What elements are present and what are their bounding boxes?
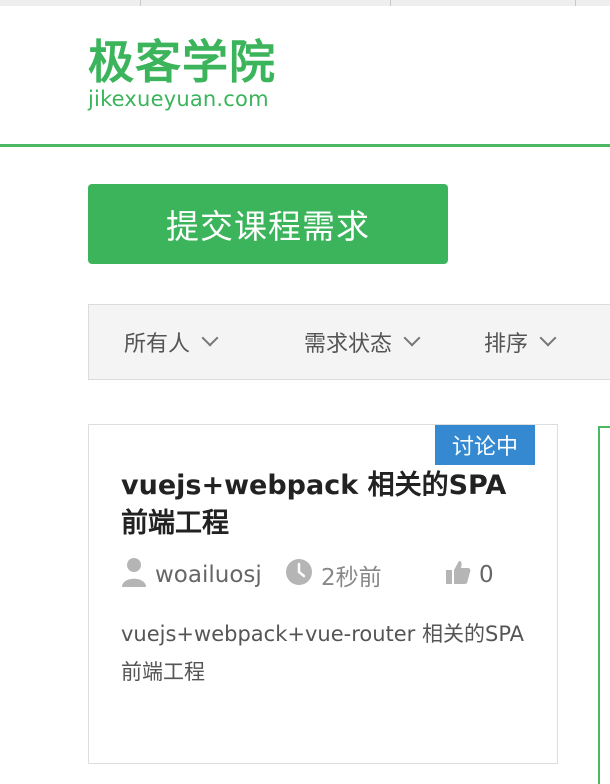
card-title[interactable]: vuejs+webpack 相关的SPA前端工程 — [121, 467, 521, 543]
filter-bar: 所有人 需求状态 排序 — [88, 304, 610, 380]
chevron-down-icon — [403, 329, 421, 347]
logo-domain-text: jikexueyuan.com — [88, 87, 269, 111]
site-header: 极客学院 jikexueyuan.com — [0, 6, 610, 144]
filter-status-dropdown[interactable]: 需求状态 — [304, 305, 421, 379]
clock-icon — [285, 558, 313, 592]
submit-course-request-button[interactable]: 提交课程需求 — [88, 184, 448, 264]
next-card-edge — [598, 426, 610, 784]
filter-owner-label: 所有人 — [124, 332, 191, 357]
filter-owner-dropdown[interactable]: 所有人 — [124, 305, 219, 379]
header-divider — [0, 144, 610, 147]
site-logo[interactable]: 极客学院 jikexueyuan.com — [88, 34, 276, 110]
course-request-card[interactable]: 讨论中 vuejs+webpack 相关的SPA前端工程 woailuosj 2… — [88, 424, 558, 764]
chevron-down-icon — [539, 329, 557, 347]
user-icon — [121, 557, 147, 593]
thumbs-up-icon — [445, 559, 471, 591]
post-time: 2秒前 — [321, 565, 382, 591]
filter-sort-dropdown[interactable]: 排序 — [484, 305, 557, 379]
author-meta[interactable]: woailuosj — [121, 557, 262, 593]
chevron-down-icon — [201, 329, 219, 347]
card-meta: woailuosj 2秒前 0 — [121, 557, 541, 593]
filter-status-label: 需求状态 — [304, 332, 393, 357]
likes-count: 0 — [479, 562, 494, 588]
time-meta: 2秒前 — [285, 557, 382, 593]
likes-meta[interactable]: 0 — [445, 557, 494, 593]
status-badge: 讨论中 — [435, 425, 535, 465]
card-description: vuejs+webpack+vue-router 相关的SPA前端工程 — [121, 622, 524, 684]
logo-chinese-text: 极客学院 — [88, 35, 276, 89]
filter-sort-label: 排序 — [484, 332, 529, 357]
author-name: woailuosj — [155, 562, 262, 588]
